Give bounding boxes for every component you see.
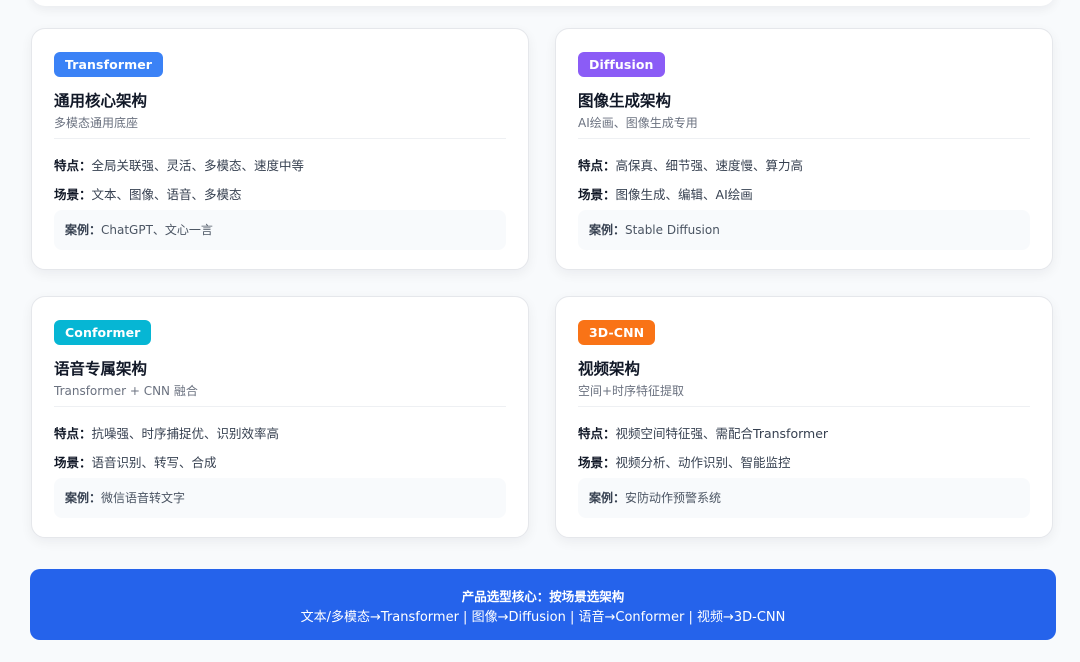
architecture-badge: Conformer (54, 320, 152, 345)
architecture-title: 通用核心架构 (54, 92, 148, 110)
case-value: 微信语音转文字 (101, 491, 186, 505)
features-row: 特点：高保真、细节强、速度慢、算力高 (578, 155, 803, 174)
scenes-value: 文本、图像、语音、多模态 (91, 187, 242, 202)
features-row: 特点：抗噪强、时序捕捉优、识别效率高 (54, 423, 279, 442)
case-value: Stable Diffusion (625, 223, 720, 237)
architecture-title: 语音专属架构 (54, 360, 148, 378)
architecture-card-diffusion: Diffusion 图像生成架构 AI绘画、图像生成专用 特点：高保真、细节强、… (555, 28, 1053, 270)
case-value: 安防动作预警系统 (625, 491, 722, 505)
case-box: 案例：Stable Diffusion (578, 210, 1030, 250)
scenes-row: 场景：语音识别、转写、合成 (54, 452, 217, 471)
case-box: 案例：ChatGPT、文心一言 (54, 210, 506, 250)
case-value: ChatGPT、文心一言 (101, 223, 213, 237)
architecture-subtitle: 空间+时序特征提取 (578, 384, 685, 398)
case-box: 案例：安防动作预警系统 (578, 478, 1030, 518)
banner-title: 产品选型核心：按场景选架构 (461, 589, 625, 604)
features-label: 特点： (54, 158, 92, 173)
selection-summary-banner: 产品选型核心：按场景选架构 文本/多模态→Transformer | 图像→Di… (30, 569, 1056, 640)
architecture-badge: Diffusion (578, 52, 665, 77)
architecture-card-transformer: Transformer 通用核心架构 多模态通用底座 特点：全局关联强、灵活、多… (31, 28, 529, 270)
banner-text: 文本/多模态→Transformer | 图像→Diffusion | 语音→C… (300, 610, 786, 625)
divider (578, 406, 1030, 407)
divider (54, 138, 506, 139)
scenes-value: 图像生成、编辑、AI绘画 (615, 187, 753, 202)
features-label: 特点： (578, 158, 616, 173)
scenes-label: 场景： (54, 187, 92, 202)
scenes-row: 场景：文本、图像、语音、多模态 (54, 184, 242, 203)
scenes-label: 场景： (54, 455, 92, 470)
architecture-title: 图像生成架构 (578, 92, 672, 110)
case-label: 案例： (65, 491, 102, 505)
architecture-subtitle: 多模态通用底座 (54, 116, 139, 130)
architecture-card-3d-cnn: 3D-CNN 视频架构 空间+时序特征提取 特点：视频空间特征强、需配合Tran… (555, 296, 1053, 538)
previous-section-card (31, 0, 1055, 6)
features-label: 特点： (578, 426, 616, 441)
features-label: 特点： (54, 426, 92, 441)
scenes-row: 场景：图像生成、编辑、AI绘画 (578, 184, 753, 203)
features-row: 特点：视频空间特征强、需配合Transformer (578, 423, 828, 442)
features-value: 视频空间特征强、需配合Transformer (615, 426, 829, 441)
architecture-subtitle: Transformer + CNN 融合 (54, 384, 198, 398)
divider (54, 406, 506, 407)
architecture-badge: 3D-CNN (578, 320, 656, 345)
case-label: 案例： (589, 491, 626, 505)
scenes-row: 场景：视频分析、动作识别、智能监控 (578, 452, 791, 471)
features-row: 特点：全局关联强、灵活、多模态、速度中等 (54, 155, 304, 174)
features-value: 全局关联强、灵活、多模态、速度中等 (91, 158, 305, 173)
architecture-card-conformer: Conformer 语音专属架构 Transformer + CNN 融合 特点… (31, 296, 529, 538)
scenes-value: 语音识别、转写、合成 (91, 455, 217, 470)
architecture-title: 视频架构 (578, 360, 641, 378)
scenes-label: 场景： (578, 187, 616, 202)
divider (578, 138, 1030, 139)
architecture-badge: Transformer (54, 52, 164, 77)
case-box: 案例：微信语音转文字 (54, 478, 506, 518)
scenes-label: 场景： (578, 455, 616, 470)
features-value: 高保真、细节强、速度慢、算力高 (615, 158, 804, 173)
features-value: 抗噪强、时序捕捉优、识别效率高 (91, 426, 280, 441)
architecture-subtitle: AI绘画、图像生成专用 (578, 116, 698, 130)
case-label: 案例： (589, 223, 626, 237)
scenes-value: 视频分析、动作识别、智能监控 (615, 455, 791, 470)
case-label: 案例： (65, 223, 102, 237)
